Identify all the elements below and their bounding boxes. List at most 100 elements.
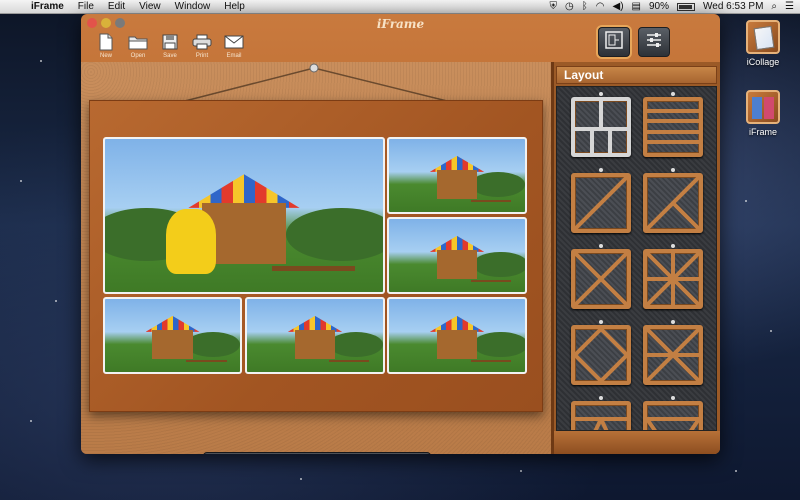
notification-list-icon[interactable]: ☰	[785, 1, 794, 12]
status-area: ⛨ ◷ ᛒ ◠ ◀) ▤ 90% Wed 6:53 PM ⌕ ☰	[550, 1, 800, 12]
hanger-icon	[671, 396, 675, 400]
photo-slide	[166, 209, 217, 274]
menu-app-name[interactable]: iFrame	[24, 0, 71, 14]
shield-icon[interactable]: ⛨	[550, 1, 558, 12]
layout-tile-hourglass[interactable]	[643, 320, 703, 385]
wifi-icon[interactable]: ◠	[596, 1, 605, 12]
photo-tree	[186, 331, 240, 358]
photo-fort	[152, 329, 193, 359]
layout-grid	[556, 86, 717, 431]
new-label: New	[99, 53, 112, 59]
photo-rail	[470, 199, 512, 202]
print-label: Print	[195, 53, 209, 59]
hanger-icon	[599, 320, 603, 324]
save-button[interactable]: Save	[157, 32, 183, 59]
layout-tile-diagonal-split[interactable]	[643, 168, 703, 233]
layout-tile-star-cross[interactable]	[643, 244, 703, 309]
desktop-icon-label: iCollage	[746, 57, 780, 67]
star	[770, 330, 772, 332]
layout-tile-grid-mixed[interactable]	[571, 92, 631, 157]
photo-rail	[470, 279, 512, 282]
collage-frame	[89, 100, 543, 412]
battery-percent[interactable]: 90%	[649, 1, 669, 12]
photo-rail	[271, 266, 356, 271]
layout-panel-title: Layout	[556, 66, 717, 84]
layout-tile-diagonal[interactable]	[571, 168, 631, 233]
star	[520, 470, 522, 472]
photo-rail	[186, 359, 227, 362]
menu-help[interactable]: Help	[217, 0, 252, 14]
photo-fort	[294, 329, 336, 359]
new-button[interactable]: New	[93, 32, 119, 59]
layout-panel-footer	[554, 431, 720, 454]
photo-fort	[436, 249, 478, 279]
collage-photo[interactable]	[387, 217, 527, 294]
save-label: Save	[163, 53, 177, 59]
photo-rail	[328, 359, 370, 362]
layout-tile-horizontal-strips[interactable]	[643, 92, 703, 157]
printer-icon	[192, 32, 212, 52]
hanger-icon	[599, 396, 603, 400]
layout-tile-diamond[interactable]	[571, 320, 631, 385]
hanger-icon	[599, 92, 603, 96]
layout-icon	[605, 30, 623, 54]
floppy-disk-icon	[160, 32, 180, 52]
photo-tree	[328, 331, 383, 358]
photo-tree	[473, 251, 525, 278]
open-label: Open	[130, 53, 146, 59]
print-button[interactable]: Print	[189, 32, 215, 59]
collage-photo[interactable]	[245, 297, 385, 374]
menu-bar: iFrame File Edit View Window Help ⛨ ◷ ᛒ …	[0, 0, 800, 14]
hanger-icon	[671, 244, 675, 248]
menu-edit[interactable]: Edit	[101, 0, 132, 14]
volume-icon[interactable]: ◀)	[613, 1, 624, 12]
iframe-app-icon	[746, 90, 780, 124]
hanger-icon	[599, 168, 603, 172]
collage-photo[interactable]	[387, 297, 527, 374]
sliders-icon	[645, 31, 663, 54]
iframe-window: iFrame New Open Save Print Email Layout	[81, 14, 720, 454]
menu-view[interactable]: View	[132, 0, 168, 14]
edit-control-bar: ↶↷🗑⇄⟲◧⬒⏻	[203, 452, 431, 454]
collage-photo[interactable]	[103, 137, 385, 294]
new-document-icon	[96, 32, 116, 52]
email-button[interactable]: Email	[221, 32, 247, 59]
star	[745, 200, 747, 202]
photo-rail	[470, 359, 512, 362]
hanger-icon	[671, 92, 675, 96]
photo-tree	[470, 171, 525, 198]
toolbar: New Open Save Print Email	[93, 32, 247, 59]
desktop-icon-label: iFrame	[748, 127, 777, 137]
open-button[interactable]: Open	[125, 32, 151, 59]
clock-text[interactable]: Wed 6:53 PM	[703, 1, 763, 12]
menu-file[interactable]: File	[71, 0, 101, 14]
star	[20, 180, 22, 182]
collage-photo[interactable]	[387, 137, 527, 214]
collage-photo[interactable]	[103, 297, 242, 374]
icollage-app-icon	[746, 20, 780, 54]
layout-tile-x-cross[interactable]	[571, 244, 631, 309]
battery-icon[interactable]	[677, 2, 696, 11]
email-label: Email	[226, 53, 242, 59]
hanger-icon	[671, 320, 675, 324]
folder-icon	[128, 32, 148, 52]
star	[735, 470, 737, 472]
clock-icon[interactable]: ◷	[565, 1, 574, 12]
photo-fort	[436, 329, 478, 359]
menu-window[interactable]: Window	[168, 0, 218, 14]
layout-tile-split-diagonal[interactable]	[643, 396, 703, 430]
star	[300, 478, 302, 480]
bluetooth-icon[interactable]: ᛒ	[582, 1, 588, 12]
layout-view-button[interactable]	[598, 27, 630, 57]
hanger-icon	[599, 244, 603, 248]
adjust-view-button[interactable]	[638, 27, 670, 57]
flag-icon[interactable]: ▤	[632, 1, 641, 12]
desktop-icon-icollage[interactable]: iCollage	[735, 20, 791, 67]
star	[30, 420, 32, 422]
hanger-icon	[671, 168, 675, 172]
layout-tile-fan[interactable]	[571, 396, 631, 430]
desktop-icon-iframe[interactable]: iFrame	[735, 90, 791, 137]
spotlight-icon[interactable]: ⌕	[771, 1, 777, 12]
layout-panel: Layout	[551, 62, 720, 454]
star	[55, 300, 57, 302]
